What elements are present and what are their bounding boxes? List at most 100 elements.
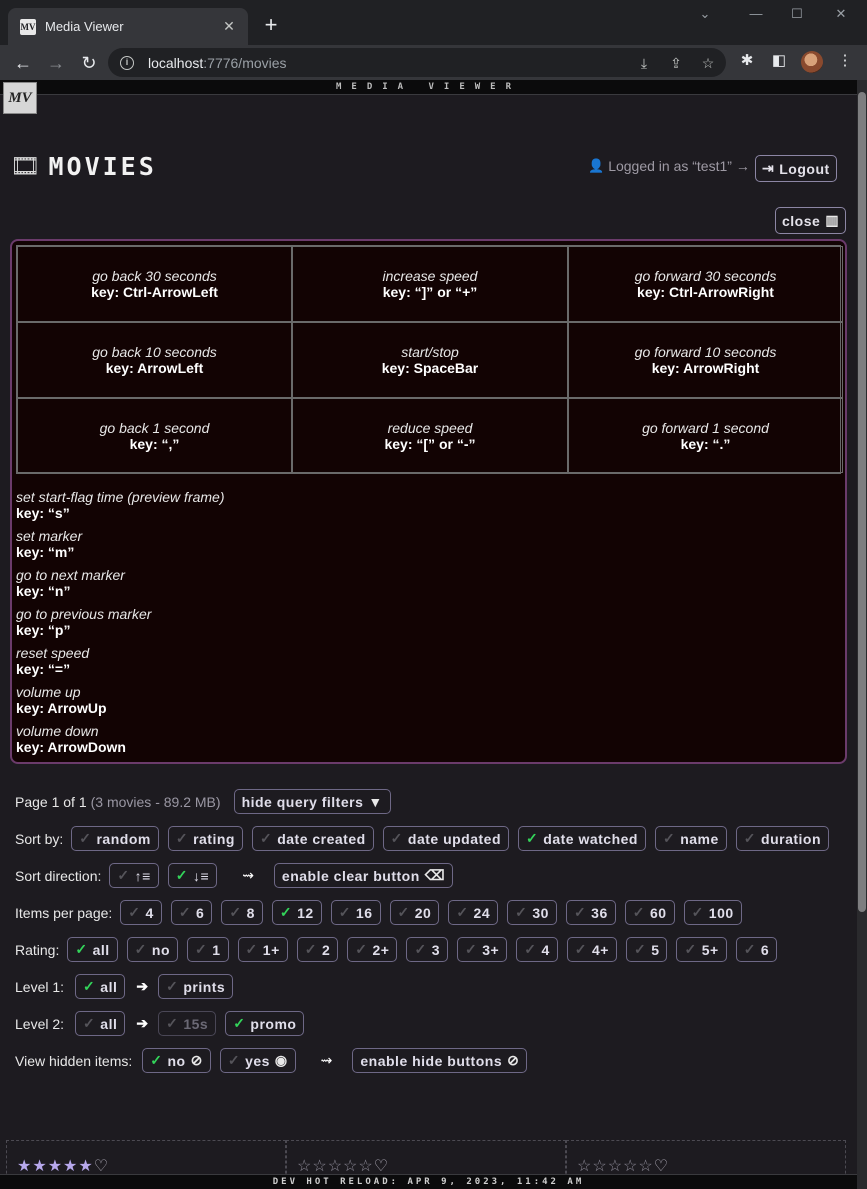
items-per-page-option-24[interactable]: ✓ 24 — [448, 900, 499, 925]
profile-avatar[interactable] — [801, 51, 823, 73]
rating-option-5[interactable]: ✓ 5 — [625, 937, 668, 962]
filter-icon: ▼ — [368, 793, 383, 810]
rating-stars[interactable]: ☆☆☆☆☆♡ — [297, 1156, 555, 1176]
enable-clear-button[interactable]: enable clear button ⌫ — [273, 863, 454, 888]
level2-all-button[interactable]: ✓ all — [75, 1011, 126, 1036]
level1-all-button[interactable]: ✓ all — [75, 974, 126, 999]
sort-option-date watched[interactable]: ✓ date watched — [518, 826, 646, 851]
hidden-no-button[interactable]: ✓ no ⊘ — [142, 1048, 211, 1073]
keybind-cell: go forward 1 second key: “.” — [568, 398, 843, 473]
star-filled-icon[interactable]: ★ — [17, 1158, 32, 1175]
address-bar[interactable]: i localhost:7776/movies ⤓ ⇪ ☆ — [108, 48, 726, 77]
rating-option-2[interactable]: ✓ 2 — [296, 937, 339, 962]
rating-option-all[interactable]: ✓ all — [67, 937, 118, 962]
sort-ascending-button[interactable]: ✓ ↑≡ — [109, 863, 159, 888]
star-empty-icon[interactable]: ☆ — [577, 1158, 592, 1175]
sort-option-rating[interactable]: ✓ rating — [167, 826, 243, 851]
heart-icon[interactable]: ♡ — [654, 1158, 669, 1175]
star-filled-icon[interactable]: ★ — [32, 1158, 47, 1175]
side-panel-icon[interactable]: ◧ — [767, 47, 791, 75]
sort-option-name[interactable]: ✓ name — [654, 826, 727, 851]
check-icon: ✓ — [465, 941, 478, 957]
items-per-page-option-6[interactable]: ✓ 6 — [170, 900, 213, 925]
star-empty-icon[interactable]: ☆ — [592, 1158, 607, 1175]
star-empty-icon[interactable]: ☆ — [328, 1158, 343, 1175]
hidden-yes-button[interactable]: ✓ yes ◉ — [219, 1048, 296, 1073]
star-empty-icon[interactable]: ☆ — [358, 1158, 373, 1175]
share-icon[interactable]: ⇪ — [666, 53, 686, 73]
items-per-page-option-100[interactable]: ✓ 100 — [683, 900, 742, 925]
browser-menu-icon[interactable]: ⋮ — [833, 47, 857, 75]
sort-asc-icon: ↑≡ — [134, 867, 151, 884]
sort-option-random[interactable]: ✓ random — [71, 826, 159, 851]
tab-favicon-icon: MV — [20, 18, 36, 35]
star-empty-icon[interactable]: ☆ — [312, 1158, 327, 1175]
sort-descending-button[interactable]: ✓ ↓≡ — [167, 863, 218, 888]
sort-option-date created[interactable]: ✓ date created — [251, 826, 374, 851]
star-filled-icon[interactable]: ★ — [78, 1158, 93, 1175]
rating-option-1[interactable]: ✓ 1 — [187, 937, 229, 962]
tab-close-icon[interactable]: ✕ — [220, 18, 238, 35]
star-empty-icon[interactable]: ☆ — [638, 1158, 653, 1175]
install-icon[interactable]: ⤓ — [634, 53, 654, 73]
items-per-page-option-12[interactable]: ✓ 12 — [271, 900, 322, 925]
star-empty-icon[interactable]: ☆ — [343, 1158, 358, 1175]
level1-prints-button[interactable]: ✓ prints — [158, 974, 234, 999]
rating-stars[interactable]: ★★★★★♡ — [17, 1156, 275, 1176]
app-logo[interactable]: MV — [3, 82, 37, 114]
items-per-page-option-60[interactable]: ✓ 60 — [624, 900, 675, 925]
scrollbar-thumb[interactable] — [858, 92, 866, 912]
check-icon: ✓ — [456, 904, 469, 920]
rating-option-4[interactable]: ✓ 4 — [516, 937, 558, 962]
check-icon: ✓ — [633, 941, 647, 957]
keybind-cell: go forward 10 seconds key: ArrowRight — [568, 322, 843, 398]
check-icon: ✓ — [175, 830, 189, 846]
bookmark-star-icon[interactable]: ☆ — [698, 53, 718, 73]
rating-option-1plus[interactable]: ✓ 1+ — [237, 937, 288, 962]
items-per-page-option-16[interactable]: ✓ 16 — [330, 900, 381, 925]
rating-option-2plus[interactable]: ✓ 2+ — [347, 937, 398, 962]
items-per-page-option-36[interactable]: ✓ 36 — [565, 900, 616, 925]
logout-button[interactable]: ⇥ Logout — [755, 155, 837, 182]
enable-hide-buttons[interactable]: enable hide buttons ⊘ — [352, 1048, 528, 1073]
extensions-icon[interactable]: ✱ — [735, 47, 759, 75]
items-per-page-option-30[interactable]: ✓ 30 — [507, 900, 557, 925]
hide-query-filters-button[interactable]: hide query filters ▼ — [233, 789, 391, 814]
star-empty-icon[interactable]: ☆ — [608, 1158, 623, 1175]
tab-title: Media Viewer — [45, 19, 124, 34]
rating-option-3plus[interactable]: ✓ 3+ — [457, 937, 508, 962]
window-close-icon[interactable]: ✕ — [826, 6, 856, 26]
heart-icon[interactable]: ♡ — [94, 1158, 109, 1175]
back-icon[interactable]: ← — [8, 48, 38, 78]
rating-option-6[interactable]: ✓ 6 — [735, 937, 778, 962]
site-info-icon[interactable]: i — [120, 55, 134, 70]
items-per-page-row: Items per page: ✓ 4 ✓ 6 ✓ 8 ✓ 12 ✓ 16 ✓ 20 ✓ 24 ✓ 30 ✓ 36… — [15, 900, 751, 925]
rating-option-no[interactable]: ✓ no — [126, 937, 179, 962]
rating-option-5plus[interactable]: ✓ 5+ — [676, 937, 727, 962]
browser-tab[interactable]: MV Media Viewer ✕ — [8, 8, 248, 45]
page-scrollbar[interactable] — [857, 80, 867, 1189]
rating-option-3[interactable]: ✓ 3 — [406, 937, 449, 962]
rating-option-4plus[interactable]: ✓ 4+ — [566, 937, 617, 962]
items-per-page-option-20[interactable]: ✓ 20 — [389, 900, 440, 925]
tab-search-icon[interactable]: ⌄ — [690, 6, 720, 26]
maximize-icon[interactable]: ☐ — [782, 6, 812, 26]
minimize-icon[interactable]: — — [741, 6, 771, 26]
star-empty-icon[interactable]: ☆ — [297, 1158, 312, 1175]
reload-icon[interactable]: ↻ — [74, 48, 104, 78]
star-filled-icon[interactable]: ★ — [48, 1158, 63, 1175]
rating-stars[interactable]: ☆☆☆☆☆♡ — [577, 1156, 835, 1176]
sort-option-date updated[interactable]: ✓ date updated — [382, 826, 510, 851]
items-per-page-option-4[interactable]: ✓ 4 — [120, 900, 162, 925]
heart-icon[interactable]: ♡ — [374, 1158, 389, 1175]
new-tab-icon[interactable]: + — [258, 12, 284, 38]
items-per-page-option-8[interactable]: ✓ 8 — [221, 900, 263, 925]
level2-15s-button[interactable]: ✓ 15s — [158, 1011, 217, 1036]
star-empty-icon[interactable]: ☆ — [623, 1158, 638, 1175]
level2-promo-button[interactable]: ✓ promo — [225, 1011, 305, 1036]
forward-icon[interactable]: → — [41, 48, 71, 78]
page-text: Page 1 of 1 — [15, 793, 87, 810]
sort-option-duration[interactable]: ✓ duration — [735, 826, 830, 851]
star-filled-icon[interactable]: ★ — [63, 1158, 78, 1175]
close-help-button[interactable]: close ▥ — [775, 207, 847, 234]
